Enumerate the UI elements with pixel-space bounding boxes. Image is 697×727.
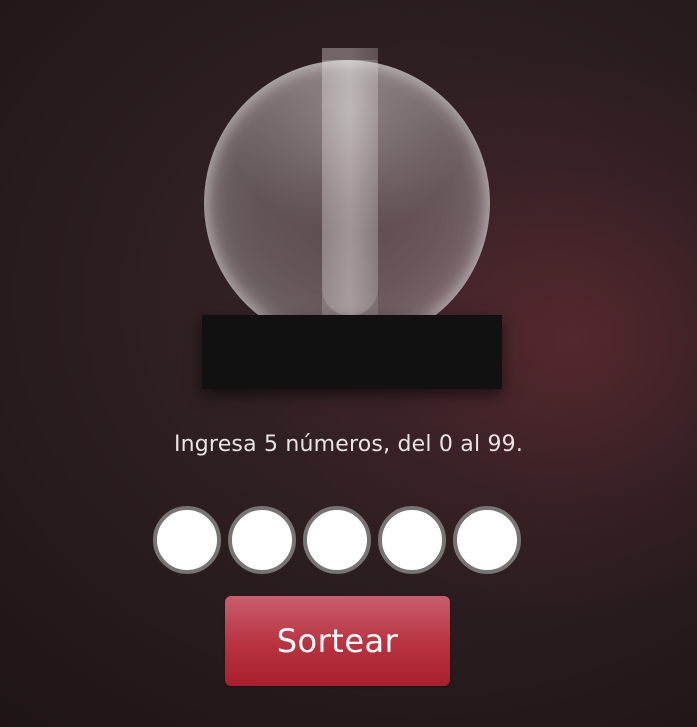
tube-reflection	[322, 60, 378, 316]
number-input-5[interactable]	[453, 506, 521, 574]
machine-base	[202, 315, 502, 389]
number-inputs	[153, 506, 521, 576]
number-input-4[interactable]	[378, 506, 446, 574]
number-input-3[interactable]	[303, 506, 371, 574]
draw-button[interactable]: Sortear	[225, 596, 450, 686]
lottery-machine	[0, 0, 697, 400]
number-input-2[interactable]	[228, 506, 296, 574]
number-input-1[interactable]	[153, 506, 221, 574]
instructions-text: Ingresa 5 números, del 0 al 99.	[173, 432, 524, 457]
